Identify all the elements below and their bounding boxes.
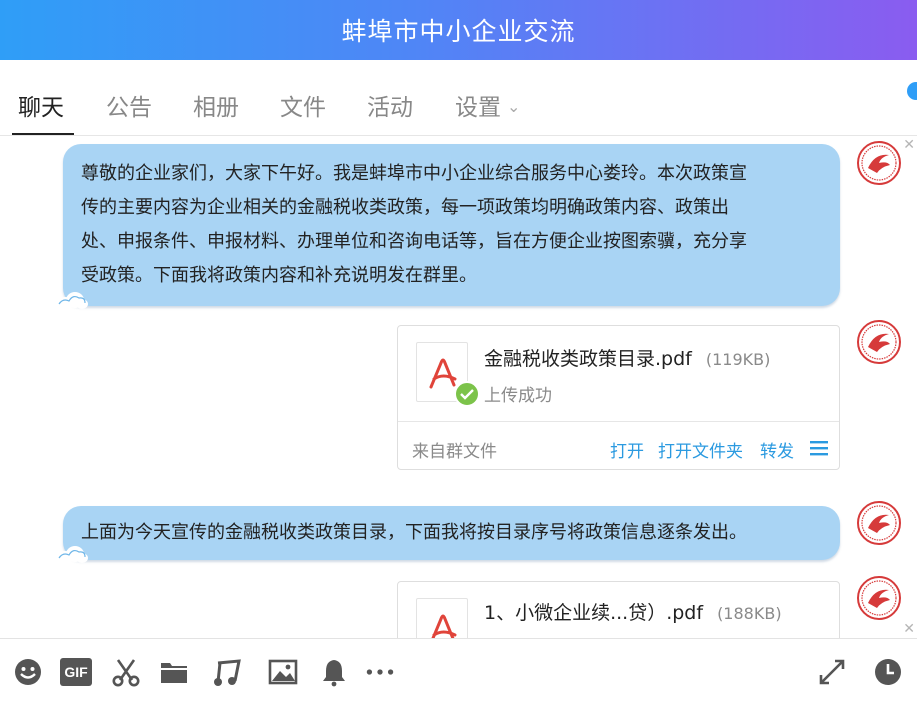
avatar[interactable]	[857, 501, 901, 545]
tab-chat[interactable]: 聊天	[18, 88, 64, 122]
folder-icon[interactable]	[159, 657, 189, 687]
gif-icon[interactable]: GIF	[60, 658, 92, 686]
tab-bar: 聊天 公告 相册 文件 活动 设置 ⌄	[0, 60, 917, 136]
cloud-decoration-icon	[56, 292, 88, 309]
music-icon[interactable]	[212, 657, 242, 687]
message-line: 上面为今天宣传的金融税收类政策目录，下面我将按目录序号将政策信息逐条发出。	[81, 522, 747, 543]
notification-dot	[907, 82, 917, 100]
chevron-down-icon: ⌄	[507, 97, 521, 116]
expand-icon[interactable]	[817, 657, 847, 687]
window-titlebar: 蚌埠市中小企业交流	[0, 0, 917, 60]
menu-icon[interactable]	[810, 440, 828, 456]
message-line: 尊敬的企业家们，大家下午好。我是蚌埠市中小企业综合服务中心娄玲。本次政策宣	[81, 163, 747, 184]
red-logo-icon	[861, 505, 897, 541]
file-size: (119KB)	[705, 350, 771, 369]
file-source: 来自群文件	[412, 442, 497, 462]
input-toolbar: GIF	[0, 638, 917, 721]
message-line: 传的主要内容为企业相关的金融税收类政策，每一项政策均明确政策内容、政策出	[81, 197, 729, 218]
tab-settings-label: 设置	[455, 95, 501, 121]
upload-status: 上传成功	[484, 386, 552, 406]
avatar[interactable]	[857, 141, 901, 185]
pdf-file-icon	[416, 598, 468, 638]
tab-announcements[interactable]: 公告	[106, 88, 152, 122]
message-line: 处、申报条件、申报材料、办理单位和咨询电话等，旨在方便企业按图索骥，充分享	[81, 231, 747, 252]
tab-album[interactable]: 相册	[193, 88, 239, 122]
message-line: 受政策。下面我将政策内容和补充说明发在群里。	[81, 265, 477, 286]
file-name-text: 1、小微企业续...贷）.pdf	[484, 602, 704, 624]
red-logo-icon	[861, 145, 897, 181]
avatar[interactable]	[857, 320, 901, 364]
tab-files[interactable]: 文件	[280, 88, 326, 122]
image-icon[interactable]	[268, 657, 298, 687]
history-icon[interactable]	[873, 657, 903, 687]
red-logo-icon	[861, 580, 897, 616]
active-tab-indicator	[12, 133, 74, 135]
forward-button[interactable]: 转发	[760, 437, 794, 462]
file-name: 1、小微企业续...贷）.pdf (188KB)	[484, 598, 782, 625]
group-title: 蚌埠市中小企业交流	[341, 17, 576, 46]
close-icon[interactable]: ✕	[903, 621, 915, 637]
file-name-text: 金融税收类政策目录.pdf	[484, 348, 692, 370]
divider	[398, 421, 839, 422]
tab-settings[interactable]: 设置 ⌄	[455, 88, 520, 122]
message-bubble: 尊敬的企业家们，大家下午好。我是蚌埠市中小企业综合服务中心娄玲。本次政策宣 传的…	[56, 144, 840, 309]
open-button[interactable]: 打开	[610, 437, 644, 462]
file-card[interactable]: 1、小微企业续...贷）.pdf (188KB)	[397, 581, 840, 638]
scissors-icon[interactable]	[111, 657, 141, 687]
file-size: (188KB)	[717, 604, 782, 623]
bell-icon[interactable]	[319, 657, 349, 687]
more-icon[interactable]	[365, 657, 395, 687]
file-card[interactable]: 金融税收类政策目录.pdf (119KB) 上传成功 来自群文件 打开 打开文件夹…	[397, 325, 840, 470]
avatar[interactable]	[857, 576, 901, 620]
open-folder-button[interactable]: 打开文件夹	[658, 437, 743, 462]
chat-message-list[interactable]: 尊敬的企业家们，大家下午好。我是蚌埠市中小企业综合服务中心娄玲。本次政策宣 传的…	[0, 137, 917, 638]
cloud-decoration-icon	[56, 546, 88, 563]
red-logo-icon	[861, 324, 897, 360]
message-bubble: 上面为今天宣传的金融税收类政策目录，下面我将按目录序号将政策信息逐条发出。	[56, 506, 840, 563]
close-icon[interactable]: ✕	[903, 137, 915, 153]
file-name: 金融税收类政策目录.pdf (119KB)	[484, 344, 770, 371]
tab-activities[interactable]: 活动	[367, 88, 413, 122]
emoji-icon[interactable]	[13, 657, 43, 687]
success-check-icon	[454, 381, 480, 407]
